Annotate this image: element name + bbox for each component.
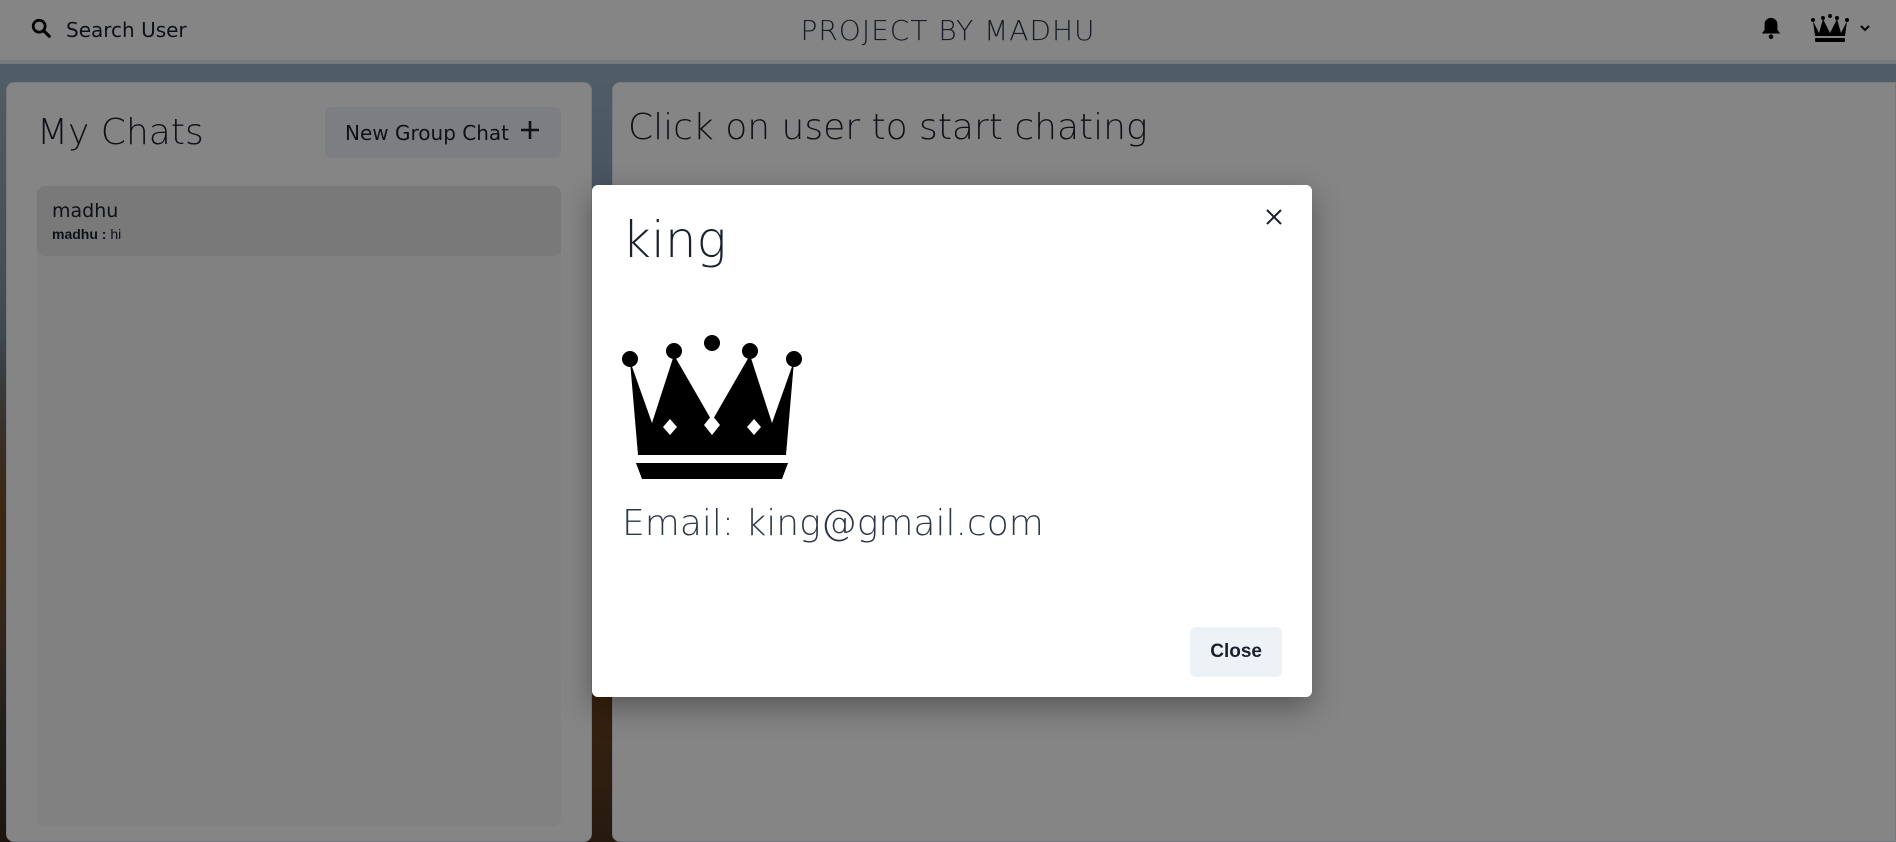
close-icon[interactable] bbox=[1256, 199, 1292, 235]
bell-icon[interactable] bbox=[1760, 16, 1782, 45]
modal-close-button[interactable]: Close bbox=[1190, 627, 1282, 677]
crown-icon bbox=[1810, 13, 1850, 48]
modal-email: Email: king@gmail.com bbox=[622, 503, 1044, 544]
profile-modal: king Email: king@gmail.com Close bbox=[592, 185, 1312, 697]
chevron-down-icon bbox=[1858, 21, 1872, 40]
profile-menu-button[interactable] bbox=[1810, 13, 1872, 48]
modal-title: king bbox=[622, 211, 727, 269]
crown-icon bbox=[622, 333, 802, 483]
